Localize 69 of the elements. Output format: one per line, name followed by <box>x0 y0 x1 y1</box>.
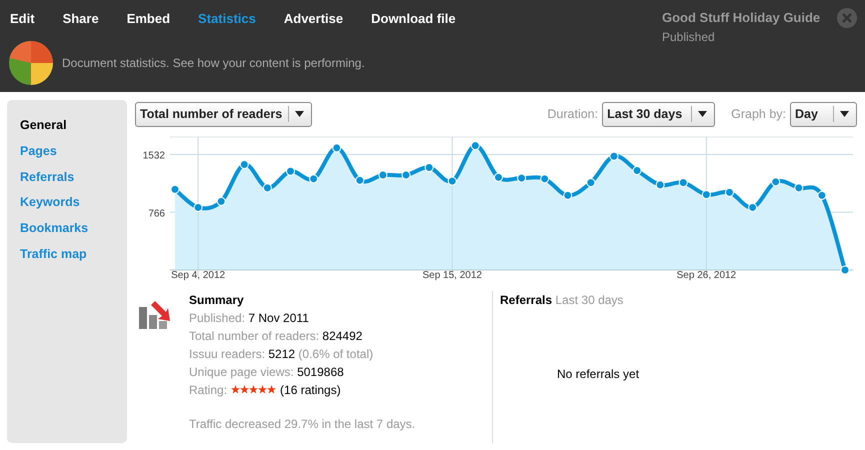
data-point <box>470 140 480 150</box>
data-point <box>609 151 618 160</box>
referrals-title: Referrals <box>500 292 552 307</box>
star-icon <box>249 385 258 394</box>
tab[interactable]: Download file <box>371 9 456 28</box>
caret-icon <box>840 111 849 118</box>
data-point <box>309 174 318 184</box>
data-point <box>402 170 411 180</box>
star-icon <box>240 385 250 394</box>
data-point <box>240 160 249 169</box>
summary-line: Unique page views: 5019868 <box>189 364 345 381</box>
summary-title: Summary <box>189 292 245 309</box>
data-point <box>262 183 272 192</box>
rating-label: Rating: <box>189 382 228 399</box>
data-point <box>840 265 850 274</box>
x-axis-label: Sep 26, 2012 <box>676 270 736 282</box>
data-point <box>448 176 457 186</box>
tab[interactable]: Embed <box>126 9 170 28</box>
star-icon <box>258 385 268 394</box>
page-description: Document statistics. See how your content is performing. <box>62 54 365 72</box>
x-axis-label: Sep 15, 2012 <box>422 270 482 282</box>
tab[interactable]: Advertise <box>284 9 344 28</box>
caret-icon <box>295 111 304 118</box>
pie-chart-icon <box>8 40 54 86</box>
close-icon[interactable] <box>837 8 857 28</box>
data-point <box>702 190 711 199</box>
tab[interactable]: Share <box>62 9 99 28</box>
duration-label: Duration: <box>547 106 598 123</box>
graph-by-dropdown[interactable]: Day <box>790 102 857 127</box>
data-point <box>286 166 296 176</box>
y-axis-label: 1532 <box>142 150 165 162</box>
y-axis-label: 766 <box>148 208 165 220</box>
data-point <box>540 174 550 184</box>
x-axis-label: Sep 4, 2012 <box>171 270 226 282</box>
star-icon <box>267 385 276 394</box>
data-point <box>194 202 203 212</box>
sidebar-item[interactable]: General <box>20 116 114 135</box>
summary-line: Issuu readers: 5212 (0.6% of total) <box>189 346 374 363</box>
data-point <box>678 178 688 187</box>
data-point <box>748 202 758 212</box>
duration-dropdown[interactable]: Last 30 days <box>602 102 716 127</box>
star-icon <box>231 385 240 394</box>
rating-count: (16 ratings) <box>280 382 341 399</box>
traffic-note: Traffic decreased 29.7% in the last 7 days. <box>189 416 416 431</box>
summary-line: Total number of readers: 824492 <box>189 328 364 345</box>
data-point <box>632 166 642 175</box>
data-point <box>656 180 665 190</box>
data-point <box>794 183 804 192</box>
data-point <box>724 188 734 197</box>
summary-line: Published: 7 Nov 2011 <box>189 310 310 327</box>
data-point <box>378 170 388 180</box>
graph-by-label: Graph by: <box>731 106 786 123</box>
data-point <box>586 178 596 187</box>
tab[interactable]: Statistics <box>198 9 256 28</box>
document-title: Good Stuff Holiday Guide <box>662 9 822 27</box>
data-point <box>170 184 180 194</box>
document-status: Published <box>662 28 716 46</box>
data-point <box>332 143 342 152</box>
metric-dropdown[interactable]: Total number of readers <box>135 102 312 127</box>
data-point <box>563 190 572 200</box>
data-point <box>355 176 364 185</box>
data-point <box>424 162 434 172</box>
data-point <box>216 196 226 206</box>
data-point <box>771 177 780 186</box>
empty-message: No referrals yet <box>557 366 640 381</box>
data-point <box>517 173 526 182</box>
tab[interactable]: Edit <box>10 9 35 28</box>
caret-icon <box>698 111 708 118</box>
referrals-period: Last 30 days <box>555 292 624 307</box>
